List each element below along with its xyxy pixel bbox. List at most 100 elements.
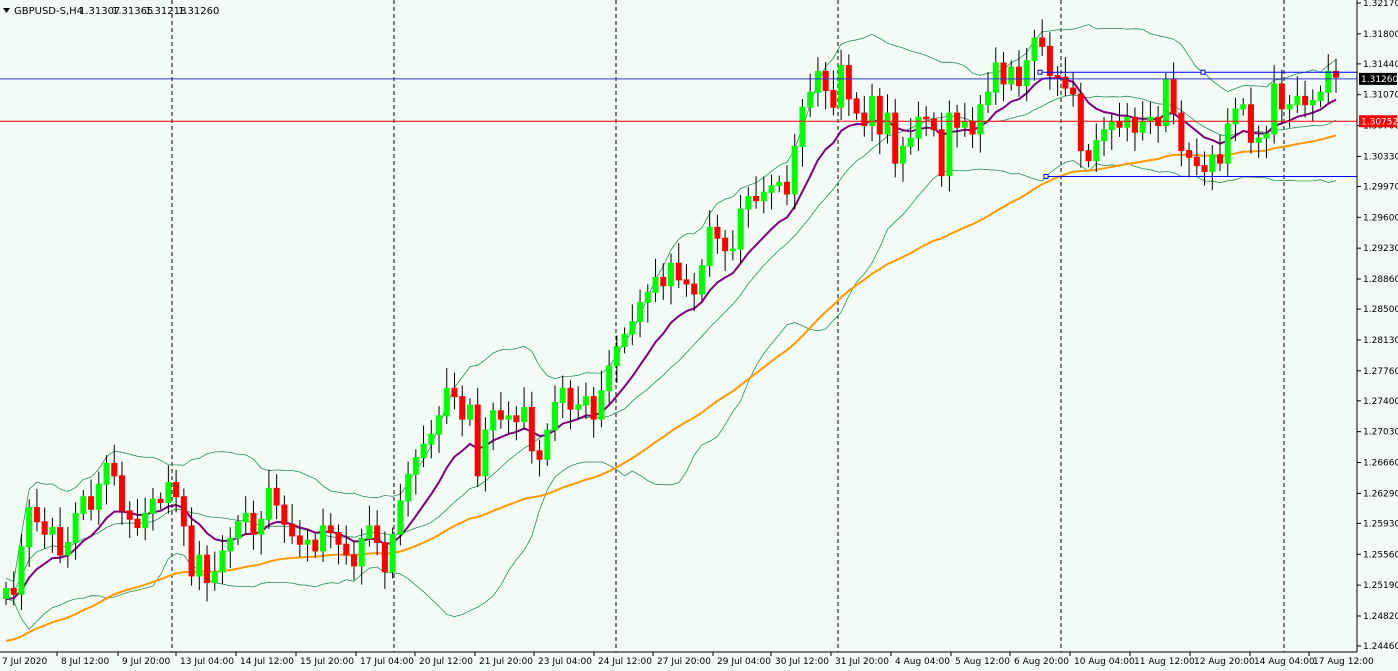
- bearish-candle: [289, 523, 296, 537]
- bullish-candle: [389, 533, 396, 573]
- bullish-candle: [1023, 60, 1030, 87]
- bearish-candle: [451, 387, 458, 398]
- bullish-candle: [1008, 66, 1015, 85]
- bullish-candle: [668, 262, 674, 287]
- y-tick-label: 1.29600: [1363, 213, 1398, 223]
- bearish-candle: [327, 525, 334, 534]
- y-tick-label: 1.27030: [1363, 428, 1398, 438]
- bearish-candle: [57, 527, 64, 556]
- bearish-candle: [930, 118, 937, 131]
- ohlc-close: 1.31260: [178, 6, 219, 17]
- bearish-candle: [1193, 156, 1200, 167]
- bullish-candle: [358, 537, 365, 567]
- bullish-candle: [443, 387, 450, 417]
- bullish-candle: [745, 195, 752, 210]
- x-tick-label: 21 Jul 20:00: [479, 657, 533, 667]
- bullish-candle: [95, 483, 102, 510]
- bullish-candle: [1162, 79, 1169, 127]
- bullish-candle: [405, 473, 412, 502]
- y-tick-label: 1.31070: [1363, 91, 1398, 101]
- bullish-candle: [799, 106, 806, 147]
- bullish-candle: [1240, 104, 1247, 110]
- y-tick-label: 1.27400: [1363, 397, 1398, 407]
- bullish-candle: [1325, 70, 1332, 93]
- bullish-candle: [490, 410, 497, 431]
- bullish-candle: [436, 415, 443, 435]
- bullish-candle: [706, 226, 713, 267]
- y-tick-label: 1.25190: [1363, 581, 1398, 591]
- y-tick-label: 1.25930: [1363, 519, 1398, 529]
- bullish-candle: [482, 429, 489, 477]
- bullish-candle: [760, 191, 767, 202]
- bullish-candle: [80, 496, 87, 514]
- bullish-candle: [258, 518, 265, 535]
- y-tick-label: 1.24820: [1363, 612, 1398, 622]
- bullish-candle: [575, 404, 582, 410]
- bullish-candle: [559, 387, 566, 403]
- bearish-candle: [714, 226, 721, 239]
- bullish-candle: [149, 498, 156, 514]
- x-tick-label: 6 Aug 20:00: [1014, 657, 1069, 667]
- bullish-candle: [1224, 123, 1231, 164]
- bullish-candle: [637, 301, 644, 323]
- bearish-candle: [567, 387, 574, 410]
- bearish-candle: [188, 525, 195, 577]
- bullish-candle: [1139, 120, 1146, 133]
- bearish-candle: [675, 262, 682, 281]
- x-tick-label: 15 Jul 20:00: [300, 657, 354, 667]
- bullish-candle: [196, 554, 203, 577]
- bearish-candle: [474, 404, 481, 477]
- y-tick-label: 1.30330: [1363, 152, 1398, 162]
- bullish-candle: [1031, 37, 1038, 62]
- bullish-candle: [505, 415, 512, 420]
- bearish-candle: [1247, 104, 1254, 143]
- bearish-candle: [350, 554, 357, 567]
- bearish-candle: [173, 482, 180, 498]
- bullish-candle: [1093, 140, 1100, 162]
- y-tick-label: 1.28860: [1363, 275, 1398, 285]
- bearish-candle: [861, 112, 868, 127]
- bullish-candle: [791, 145, 798, 195]
- x-tick-label: 5 Aug 12:00: [955, 657, 1010, 667]
- bearish-candle: [88, 496, 95, 510]
- bearish-candle: [1039, 37, 1046, 47]
- bearish-candle: [497, 410, 504, 420]
- bearish-candle: [892, 112, 899, 164]
- bullish-candle: [1309, 100, 1316, 106]
- chart-canvas: 1.321701.318001.314401.310701.307001.303…: [0, 0, 1398, 667]
- bearish-candle: [753, 195, 760, 202]
- bullish-candle: [946, 112, 953, 177]
- bullish-candle: [72, 512, 79, 544]
- bearish-candle: [722, 237, 729, 252]
- bearish-candle: [1077, 93, 1084, 152]
- bearish-candle: [312, 539, 319, 552]
- bullish-candle: [412, 457, 419, 475]
- bearish-candle: [1070, 87, 1077, 95]
- bullish-candle: [698, 265, 705, 295]
- bearish-candle: [660, 276, 667, 287]
- range-anchor-handle: [1200, 69, 1206, 75]
- bullish-candle: [598, 390, 605, 420]
- bullish-candle: [242, 512, 249, 523]
- bullish-candle: [899, 145, 906, 164]
- bullish-candle: [644, 291, 651, 303]
- bearish-candle: [513, 415, 520, 423]
- bullish-candle: [64, 542, 71, 556]
- bearish-candle: [590, 396, 597, 420]
- bearish-candle: [459, 396, 466, 420]
- bearish-candle: [118, 475, 125, 512]
- x-tick-label: 24 Jul 12:00: [598, 657, 652, 667]
- bearish-candle: [1046, 45, 1053, 77]
- bullish-candle: [606, 365, 613, 392]
- bearish-candle: [536, 450, 543, 460]
- y-tick-label: 1.26660: [1363, 459, 1398, 469]
- bullish-candle: [428, 433, 435, 445]
- bearish-candle: [134, 518, 141, 529]
- bearish-candle: [876, 95, 883, 135]
- bearish-candle: [683, 279, 690, 285]
- bearish-candle: [938, 129, 945, 177]
- bearish-candle: [296, 535, 303, 545]
- bullish-candle: [420, 443, 427, 459]
- y-tick-label: 1.32170: [1363, 0, 1398, 9]
- range-anchor-handle: [1037, 69, 1043, 75]
